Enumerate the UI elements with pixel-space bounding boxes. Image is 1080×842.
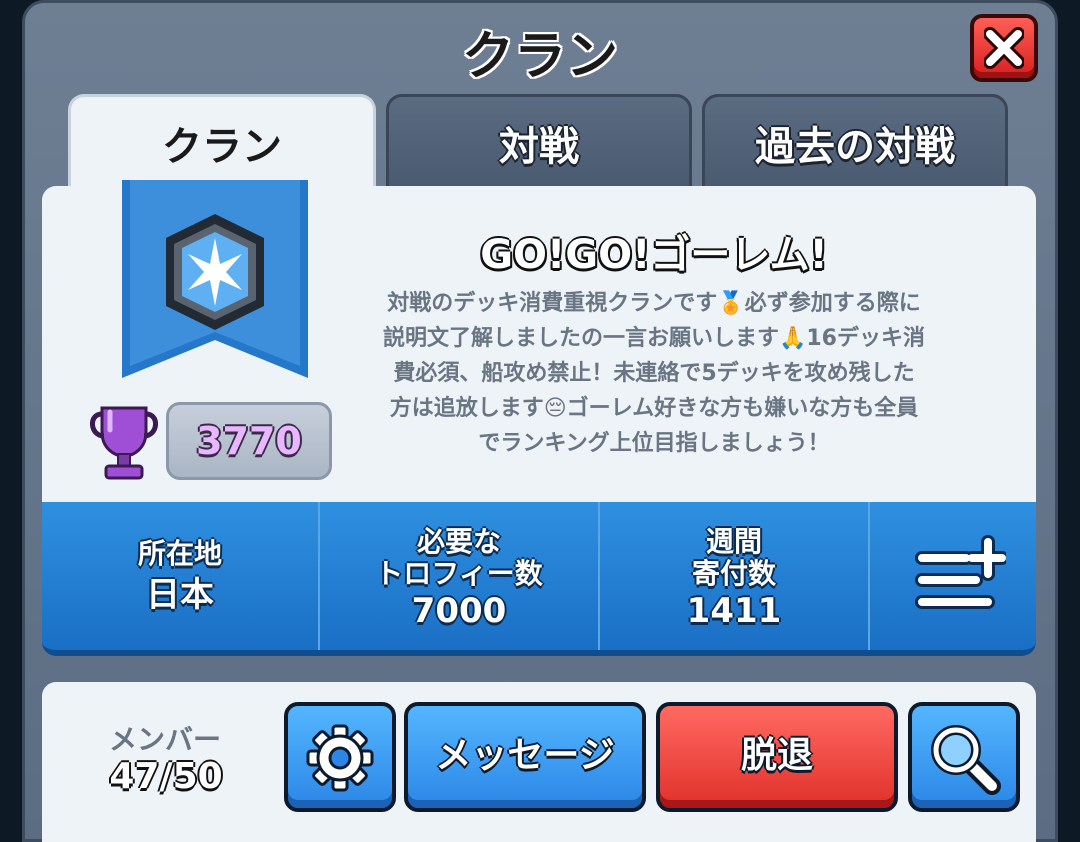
- stats-divider: [868, 502, 870, 650]
- description-line: 費必須、船攻め禁止！未連絡で5デッキを攻め残した: [393, 361, 915, 386]
- tab-battle[interactable]: 対戦: [386, 94, 692, 190]
- clan-name: GO!GO!ゴーレム!: [480, 232, 828, 278]
- clan-description: 対戦のデッキ消費重視クランです🏅必ず参加する際に 説明文了解しましたの一言お願い…: [340, 286, 968, 461]
- settings-button[interactable]: [284, 702, 396, 812]
- trophy-icon: [90, 406, 158, 480]
- weekly-donations-label: 週間: [705, 525, 762, 558]
- search-button[interactable]: [908, 702, 1020, 812]
- weekly-donations-value: 1411: [686, 591, 782, 631]
- description-line: 方は追放します😔ゴーレム好きな方も嫌いな方も全員: [389, 396, 919, 421]
- location-label: 所在地: [137, 537, 222, 570]
- tab-past-battles[interactable]: 過去の対戦: [702, 94, 1008, 190]
- required-trophies-value: 7000: [411, 591, 507, 631]
- required-trophies-label: トロフィー数: [375, 557, 543, 590]
- clan-trophy-count: 3770: [166, 402, 332, 480]
- clan-badge-icon: [122, 180, 308, 378]
- location-value: 日本: [146, 575, 214, 615]
- close-button[interactable]: [970, 14, 1038, 82]
- stat-weekly-donations: 週間 寄付数 1411: [600, 526, 868, 674]
- weekly-donations-label: 寄付数: [691, 557, 776, 590]
- description-line: 説明文了解しましたの一言お願いします🙏16デッキ消: [382, 326, 925, 351]
- page-title: クラン: [461, 27, 618, 87]
- stat-location: 所在地 日本: [42, 538, 318, 686]
- gear-icon: [306, 724, 374, 792]
- search-icon: [931, 725, 1001, 795]
- required-trophies-label: 必要な: [416, 525, 501, 558]
- description-line: でランキング上位目指しましょう！: [478, 431, 830, 456]
- members-label: メンバー: [108, 723, 221, 756]
- close-icon: [984, 27, 1024, 69]
- stat-required-trophies: 必要な トロフィー数 7000: [320, 526, 598, 674]
- tab-clan[interactable]: クラン: [68, 94, 376, 190]
- list-add-icon[interactable]: [914, 534, 1006, 614]
- message-button[interactable]: メッセージ: [404, 702, 646, 812]
- leave-button[interactable]: 脱退: [656, 702, 898, 812]
- description-line: 対戦のデッキ消費重視クランです🏅必ず参加する際に: [387, 291, 921, 316]
- members-count: 47/50: [109, 756, 223, 797]
